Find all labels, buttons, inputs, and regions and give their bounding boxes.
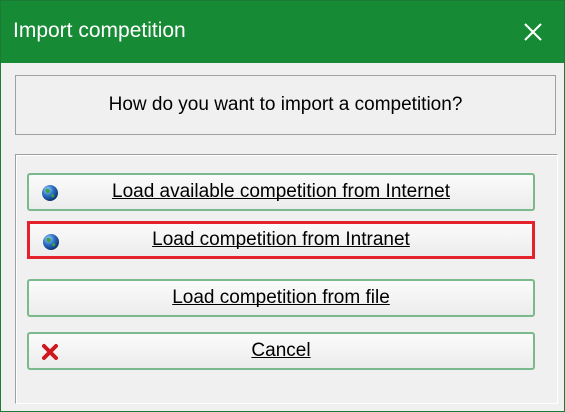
load-from-internet-label: Load available competition from Internet bbox=[112, 181, 450, 202]
question-text: How do you want to import a competition? bbox=[108, 94, 463, 115]
cancel-label: Cancel bbox=[251, 340, 311, 361]
load-from-intranet-label: Load competition from Intranet bbox=[152, 229, 410, 250]
globe-icon bbox=[43, 234, 59, 250]
title-bar[interactable]: Import competition bbox=[1, 1, 564, 63]
globe-icon bbox=[42, 185, 58, 201]
red-x-icon bbox=[42, 344, 58, 360]
load-from-file-button[interactable]: Load competition from file bbox=[27, 279, 535, 317]
load-from-intranet-button[interactable]: Load competition from Intranet bbox=[27, 221, 535, 259]
cancel-button[interactable]: Cancel bbox=[27, 332, 535, 370]
close-button[interactable] bbox=[502, 1, 564, 63]
close-icon bbox=[524, 23, 542, 41]
load-from-internet-button[interactable]: Load available competition from Internet bbox=[27, 173, 535, 211]
question-panel: How do you want to import a competition? bbox=[15, 75, 556, 135]
window-title: Import competition bbox=[13, 19, 186, 42]
import-competition-dialog: Import competition How do you want to im… bbox=[0, 0, 565, 412]
load-from-file-label: Load competition from file bbox=[172, 287, 390, 308]
